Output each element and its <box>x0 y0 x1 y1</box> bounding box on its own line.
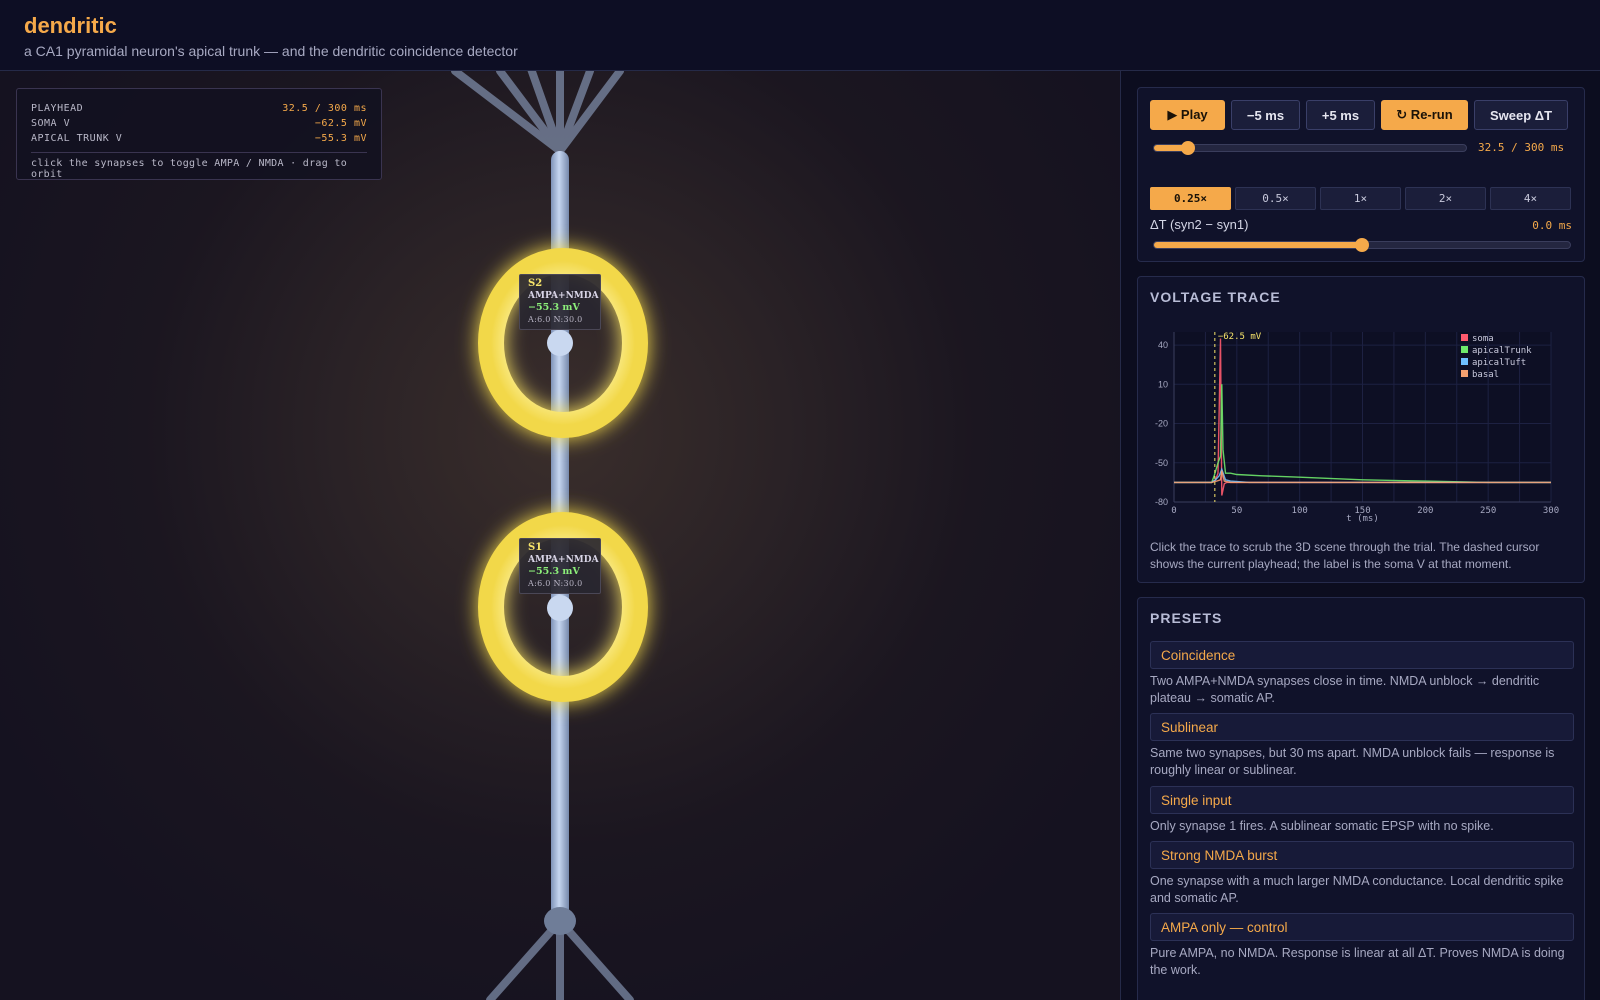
app-title: dendritic <box>24 13 117 38</box>
sweep-delta-button[interactable]: Sweep ΔT <box>1474 100 1568 130</box>
step-back-button[interactable]: −5 ms <box>1231 100 1300 130</box>
control-panel: ▶ Play −5 ms +5 ms ↻ Re-run Sweep ΔT 32.… <box>1120 71 1600 1000</box>
neuron-scene-render <box>451 71 648 1000</box>
speed-button-1x[interactable]: 1× <box>1320 187 1401 210</box>
speed-button-4x[interactable]: 4× <box>1490 187 1571 210</box>
speed-button-0-25x[interactable]: 0.25× <box>1150 187 1231 210</box>
neuron-3d-viewport[interactable]: PLAYHEAD 32.5 / 300 ms SOMA V −62.5 mV A… <box>0 71 1120 1000</box>
synapse-s2-label[interactable]: S2 AMPA+NMDA −55.3 mV A:6.0 N:30.0 <box>519 274 601 330</box>
legend-label-basal: basal <box>1472 370 1499 380</box>
presets-card: PRESETS Coincidence Two AMPA+NMDA synaps… <box>1137 597 1585 1000</box>
preset-single-input-desc: Only synapse 1 fires. A sublinear somati… <box>1150 819 1494 833</box>
y-tick-label: -50 <box>1155 458 1168 468</box>
voltage-trace-title: VOLTAGE TRACE <box>1150 289 1281 305</box>
legend-swatch-apicalTrunk <box>1461 346 1468 353</box>
preset-sublinear-desc: Same two synapses, but 30 ms apart. NMDA… <box>1150 746 1555 777</box>
x-tick-label: 50 <box>1231 506 1242 516</box>
playhead-readout: 32.5 / 300 ms <box>1478 141 1565 154</box>
speed-button-0-5x[interactable]: 0.5× <box>1235 187 1316 210</box>
hud-hint: click the synapses to toggle AMPA / NMDA… <box>31 158 348 180</box>
preset-ampa-only-button[interactable]: AMPA only — control <box>1150 913 1574 941</box>
preset-sublinear-button[interactable]: Sublinear <box>1150 713 1574 741</box>
y-tick-label: 10 <box>1158 379 1168 389</box>
synapse-s1-spine[interactable] <box>547 595 573 621</box>
synapse-s1-label[interactable]: S1 AMPA+NMDA −55.3 mV A:6.0 N:30.0 <box>519 538 601 594</box>
y-tick-label: -80 <box>1155 497 1168 507</box>
voltage-trace-card: VOLTAGE TRACE 40 10 -20 -50 -80 0 50 100 150 200 2… <box>1137 276 1585 583</box>
legend-swatch-apicalTuft <box>1461 358 1468 365</box>
hud-row-trunk-v: APICAL TRUNK V −55.3 mV <box>31 133 367 144</box>
preset-ampa-only-desc: Pure AMPA, no NMDA. Response is linear a… <box>1150 946 1565 977</box>
hud-divider <box>31 152 367 153</box>
voltage-trace-chart[interactable]: 4010-20-50-800 50 100 150 200 250 300t (ms) −6… <box>1138 322 1586 532</box>
voltage-trace-caption: Click the trace to scrub the 3D scene th… <box>1150 540 1540 571</box>
y-tick-label: 40 <box>1158 340 1168 350</box>
delta-t-slider-fill <box>1154 242 1362 248</box>
hud-row-playhead: PLAYHEAD 32.5 / 300 ms <box>31 103 367 114</box>
legend-swatch-soma <box>1461 334 1468 341</box>
play-button[interactable]: ▶ Play <box>1150 100 1225 130</box>
delta-t-readout: 0.0 ms <box>1532 219 1572 232</box>
playhead-cursor-label: −62.5 mV <box>1218 332 1262 342</box>
x-tick-label: 200 <box>1417 506 1433 516</box>
preset-single-input-button[interactable]: Single input <box>1150 786 1574 814</box>
legend-label-apicalTrunk: apicalTrunk <box>1472 346 1532 356</box>
app-subtitle: a CA1 pyramidal neuron's apical trunk — … <box>24 43 518 59</box>
legend-label-soma: soma <box>1472 334 1494 344</box>
preset-strong-nmda-button[interactable]: Strong NMDA burst <box>1150 841 1574 869</box>
speed-button-2x[interactable]: 2× <box>1405 187 1486 210</box>
y-tick-label: -20 <box>1155 419 1168 429</box>
x-tick-label: 0 <box>1171 506 1176 516</box>
hud-row-soma-v: SOMA V −62.5 mV <box>31 118 367 129</box>
x-tick-label: 100 <box>1292 506 1308 516</box>
presets-title: PRESETS <box>1150 610 1223 626</box>
step-forward-button[interactable]: +5 ms <box>1306 100 1375 130</box>
x-axis-label: t (ms) <box>1346 514 1379 524</box>
apical-tuft-branches <box>451 71 624 155</box>
playhead-hud: PLAYHEAD 32.5 / 300 ms SOMA V −62.5 mV A… <box>16 88 382 180</box>
synapse-s2-spine[interactable] <box>547 330 573 356</box>
delta-t-label: ΔT (syn2 − syn1) <box>1150 217 1249 232</box>
legend-label-apicalTuft: apicalTuft <box>1472 358 1526 368</box>
playhead-slider-thumb[interactable] <box>1180 141 1195 155</box>
preset-coincidence-button[interactable]: Coincidence <box>1150 641 1574 669</box>
transport-card: ▶ Play −5 ms +5 ms ↻ Re-run Sweep ΔT 32.… <box>1137 87 1585 262</box>
delta-t-slider[interactable] <box>1153 238 1571 252</box>
playhead-slider[interactable] <box>1153 141 1467 155</box>
delta-t-slider-thumb[interactable] <box>1355 238 1369 252</box>
preset-coincidence-desc: Two AMPA+NMDA synapses close in time. NM… <box>1150 674 1540 705</box>
rerun-button[interactable]: ↻ Re-run <box>1381 100 1468 130</box>
preset-strong-nmda-desc: One synapse with a much larger NMDA cond… <box>1150 874 1564 905</box>
x-tick-label: 250 <box>1480 506 1496 516</box>
soma-body <box>544 907 576 935</box>
app-header: dendritic a CA1 pyramidal neuron's apica… <box>0 0 1600 71</box>
x-tick-label: 300 <box>1543 506 1559 516</box>
legend-swatch-basal <box>1461 370 1468 377</box>
